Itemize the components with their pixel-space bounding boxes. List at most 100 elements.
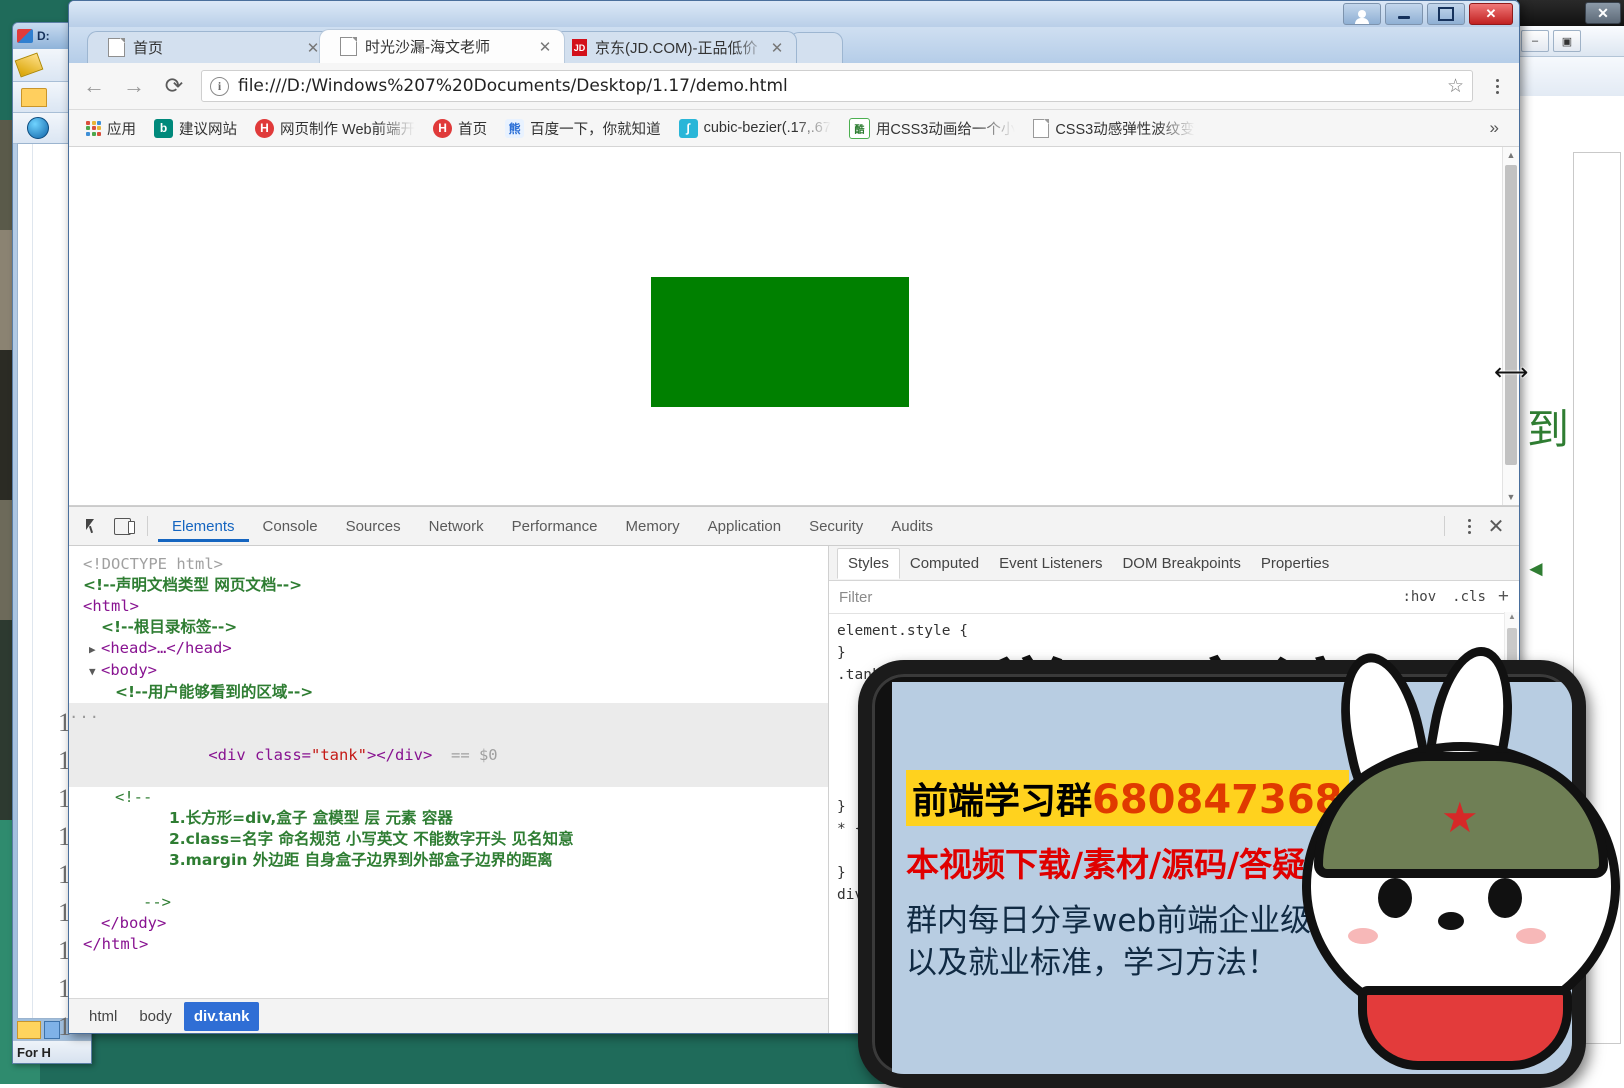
devtools-actions[interactable]: ✕ [1434, 514, 1519, 539]
devtools-panel[interactable]: Elements Console Sources Network Perform… [69, 506, 1519, 1033]
browser-tab-1[interactable]: 首页 ✕ [87, 31, 333, 63]
tab-console[interactable]: Console [249, 510, 332, 542]
pencil-icon[interactable] [15, 52, 44, 77]
tab-computed[interactable]: Computed [900, 549, 989, 578]
tab-styles[interactable]: Styles [837, 548, 900, 579]
tab-network[interactable]: Network [415, 510, 498, 542]
scroll-thumb[interactable] [1505, 165, 1517, 465]
chrome-titlebar[interactable]: ✕ [69, 1, 1519, 27]
dom-ellipsis-icon[interactable]: ... [69, 703, 100, 724]
chrome-menu-icon[interactable] [1487, 79, 1507, 94]
dom-line-comment-2[interactable]: <!--根目录标签--> [69, 617, 828, 638]
hov-toggle[interactable]: :hov [1394, 589, 1444, 605]
address-bar[interactable]: i file:///D:/Windows%207%20Documents/Des… [201, 70, 1473, 102]
profile-button[interactable] [1343, 3, 1381, 25]
expand-triangle-icon[interactable]: ▶ [89, 639, 101, 660]
style-rule-element-style[interactable]: element.style { [837, 620, 1519, 642]
page-info-icon[interactable]: i [210, 77, 229, 96]
tab-application[interactable]: Application [694, 510, 795, 542]
minimize-button[interactable] [1385, 3, 1423, 25]
bookmark-item-6[interactable]: 酷 用CSS3动画给一个小 [842, 115, 1022, 142]
tab-dom-breakpoints[interactable]: DOM Breakpoints [1112, 549, 1250, 578]
dom-line-body-close[interactable]: </body> [69, 913, 828, 934]
tab-memory[interactable]: Memory [612, 510, 694, 542]
dom-line-doctype[interactable]: <!DOCTYPE html> [69, 554, 828, 575]
scroll-up-arrow[interactable]: ▲ [1505, 612, 1519, 626]
background-right-window[interactable]: ✕ – ▣ 到 ◄ [1516, 0, 1624, 1084]
styles-tabbar[interactable]: Styles Computed Event Listeners DOM Brea… [829, 546, 1519, 581]
devtools-close-icon[interactable]: ✕ [1483, 514, 1509, 539]
chrome-browser-window[interactable]: ✕ 首页 ✕ 时光沙漏-海文老师 ✕ JD 京东(JD.COM)-正品低价 ✕ … [68, 0, 1520, 1034]
breadcrumb-div-tank[interactable]: div.tank [184, 1002, 260, 1031]
bookmarks-bar[interactable]: 应用 b 建议网站 H 网页制作 Web前端开 H 首页 熊 百度一下，你就知道… [69, 110, 1519, 147]
right-window-toolbar[interactable]: – ▣ [1517, 26, 1624, 57]
style-rule-tank[interactable]: .tank { [837, 664, 1519, 686]
dom-line-comment-3[interactable]: <!--用户能够看到的区域--> [69, 682, 828, 703]
scroll-up-arrow[interactable]: ▲ [1503, 147, 1519, 163]
back-button[interactable]: ← [81, 73, 107, 99]
bookmark-apps[interactable]: 应用 [79, 115, 143, 142]
dom-line-comment-close[interactable]: --> [69, 892, 828, 913]
new-style-rule-button[interactable]: + [1494, 586, 1513, 608]
tab-properties[interactable]: Properties [1251, 549, 1339, 578]
restore-button[interactable]: ▣ [1553, 30, 1581, 52]
dom-line-body[interactable]: ▼<body> [69, 660, 828, 682]
style-prop-margin[interactable]: m [837, 730, 1519, 752]
dom-line-head[interactable]: ▶<head>…</head> [69, 638, 828, 660]
collapse-triangle-icon[interactable]: ▼ [89, 661, 101, 682]
browser-toolbar[interactable]: ← → ⟳ i file:///D:/Windows%207%20Documen… [69, 63, 1519, 110]
window-controls[interactable]: ✕ [1343, 3, 1513, 25]
close-button[interactable]: ✕ [1469, 3, 1513, 25]
globe-icon[interactable] [27, 117, 49, 139]
forward-button[interactable]: → [121, 73, 147, 99]
scroll-thumb[interactable] [1507, 628, 1517, 698]
browser-tab-2-active[interactable]: 时光沙漏-海文老师 ✕ [319, 29, 565, 63]
page-scrollbar[interactable]: ▲ ▼ [1502, 147, 1519, 505]
bookmarks-overflow-button[interactable]: » [1480, 118, 1509, 138]
reload-button[interactable]: ⟳ [161, 73, 187, 99]
close-tab-icon[interactable]: ✕ [536, 38, 554, 56]
minimize-button[interactable]: – [1521, 30, 1549, 52]
tab-audits[interactable]: Audits [877, 510, 947, 542]
bookmark-item-1[interactable]: b 建议网站 [147, 115, 244, 142]
styles-rules-list[interactable]: element.style { } .tank { w h m } * { m … [829, 614, 1519, 1033]
green-div-tank[interactable] [651, 277, 909, 407]
dom-tree-pane[interactable]: <!DOCTYPE html> <!--声明文档类型 网页文档--> <html… [69, 546, 828, 1033]
editor-tray[interactable] [17, 1021, 60, 1039]
dom-line-html-open[interactable]: <html> [69, 596, 828, 617]
devtools-tabbar[interactable]: Elements Console Sources Network Perform… [69, 507, 1519, 546]
page-viewport[interactable]: ▲ ▼ [69, 147, 1519, 506]
cls-toggle[interactable]: .cls [1444, 589, 1494, 605]
dom-line-note-1[interactable]: 1.长方形=div,盒子 盒模型 层 元素 容器 [69, 808, 828, 829]
styles-filter-row[interactable]: Filter :hov .cls + [829, 581, 1519, 614]
new-tab-button[interactable] [789, 32, 843, 63]
bookmark-star-icon[interactable]: ☆ [1447, 75, 1464, 97]
scroll-down-arrow[interactable]: ▼ [1503, 489, 1519, 505]
tray-folder-icon[interactable] [17, 1021, 41, 1039]
style-prop-height[interactable]: h [837, 708, 1519, 730]
bookmark-item-3[interactable]: H 首页 [426, 115, 494, 142]
style-rule-universal[interactable]: * { [837, 818, 1519, 840]
devtools-more-icon[interactable] [1459, 519, 1479, 534]
dom-line-comment-1[interactable]: <!--声明文档类型 网页文档--> [69, 575, 828, 596]
dom-line-comment-open[interactable]: <!-- [69, 787, 828, 808]
tab-event-listeners[interactable]: Event Listeners [989, 549, 1112, 578]
tab-performance[interactable]: Performance [498, 510, 612, 542]
styles-filter-input[interactable]: Filter [839, 589, 1394, 606]
breadcrumb-body[interactable]: body [129, 1002, 182, 1031]
dom-line-note-3[interactable]: 3.margin 外边距 自身盒子边界到外部盒子边界的距离 [69, 850, 828, 871]
tab-sources[interactable]: Sources [332, 510, 415, 542]
tray-window-icon[interactable] [44, 1021, 60, 1039]
bookmark-item-2[interactable]: H 网页制作 Web前端开 [248, 115, 422, 142]
style-prop-universal-margin[interactable]: m [837, 840, 1519, 862]
device-toolbar-icon[interactable] [107, 512, 137, 540]
bookmark-item-5[interactable]: ∫ cubic-bezier(.17,.67 [672, 116, 838, 141]
close-tab-icon[interactable]: ✕ [768, 39, 786, 57]
style-rule-div[interactable]: div [837, 884, 1519, 906]
bookmark-item-4[interactable]: 熊 百度一下，你就知道 [498, 115, 668, 142]
folder-icon[interactable] [21, 88, 47, 107]
tab-strip[interactable]: 首页 ✕ 时光沙漏-海文老师 ✕ JD 京东(JD.COM)-正品低价 ✕ [69, 27, 1519, 63]
breadcrumb-html[interactable]: html [79, 1002, 127, 1031]
maximize-button[interactable] [1427, 3, 1465, 25]
style-prop-width[interactable]: w [837, 686, 1519, 708]
